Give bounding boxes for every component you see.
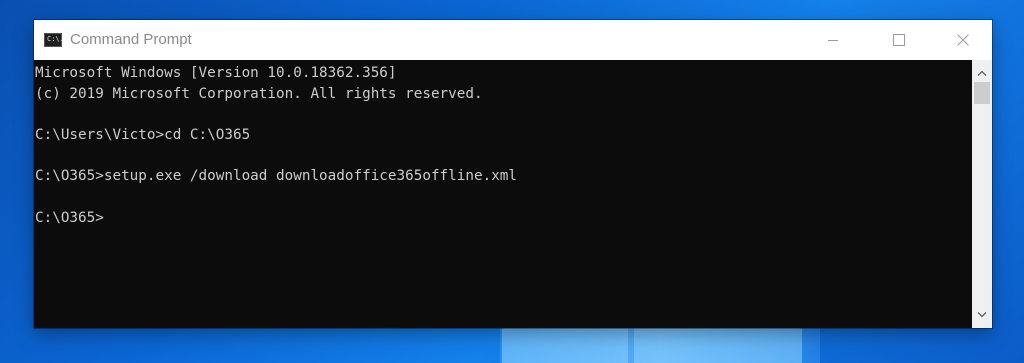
desktop-light-pane <box>502 326 628 363</box>
console-prompt[interactable]: C:\O365> <box>35 208 972 229</box>
desktop-light-pane <box>634 326 802 363</box>
close-icon <box>957 34 969 46</box>
console-output[interactable]: Microsoft Windows [Version 10.0.18362.35… <box>34 60 972 328</box>
cmd-icon-glyph: C:\. <box>47 35 64 43</box>
console-line: C:\Users\Victo>cd C:\O365 <box>35 127 251 144</box>
console-line: C:\O365>setup.exe /download downloadoffi… <box>35 168 518 185</box>
cmd-icon[interactable]: C:\. <box>44 33 64 47</box>
scroll-down-icon <box>977 312 987 318</box>
close-button[interactable] <box>940 20 986 60</box>
scroll-up-button[interactable] <box>972 64 992 82</box>
window-title: Command Prompt <box>70 31 192 48</box>
vertical-scrollbar[interactable] <box>972 60 992 328</box>
minimize-icon <box>828 40 838 41</box>
console-line: Microsoft Windows [Version 10.0.18362.35… <box>35 65 397 81</box>
scroll-thumb[interactable] <box>974 82 990 104</box>
title-bar[interactable]: C:\. Command Prompt <box>34 20 992 60</box>
console-line: (c) 2019 Microsoft Corporation. All righ… <box>35 85 483 102</box>
minimize-button[interactable] <box>810 20 856 60</box>
command-prompt-window: C:\. Command Prompt Microsoft Windows [V… <box>34 20 992 328</box>
scroll-up-icon <box>977 70 987 76</box>
scroll-down-button[interactable] <box>972 306 992 324</box>
maximize-button[interactable] <box>876 20 922 60</box>
maximize-icon <box>893 34 905 46</box>
